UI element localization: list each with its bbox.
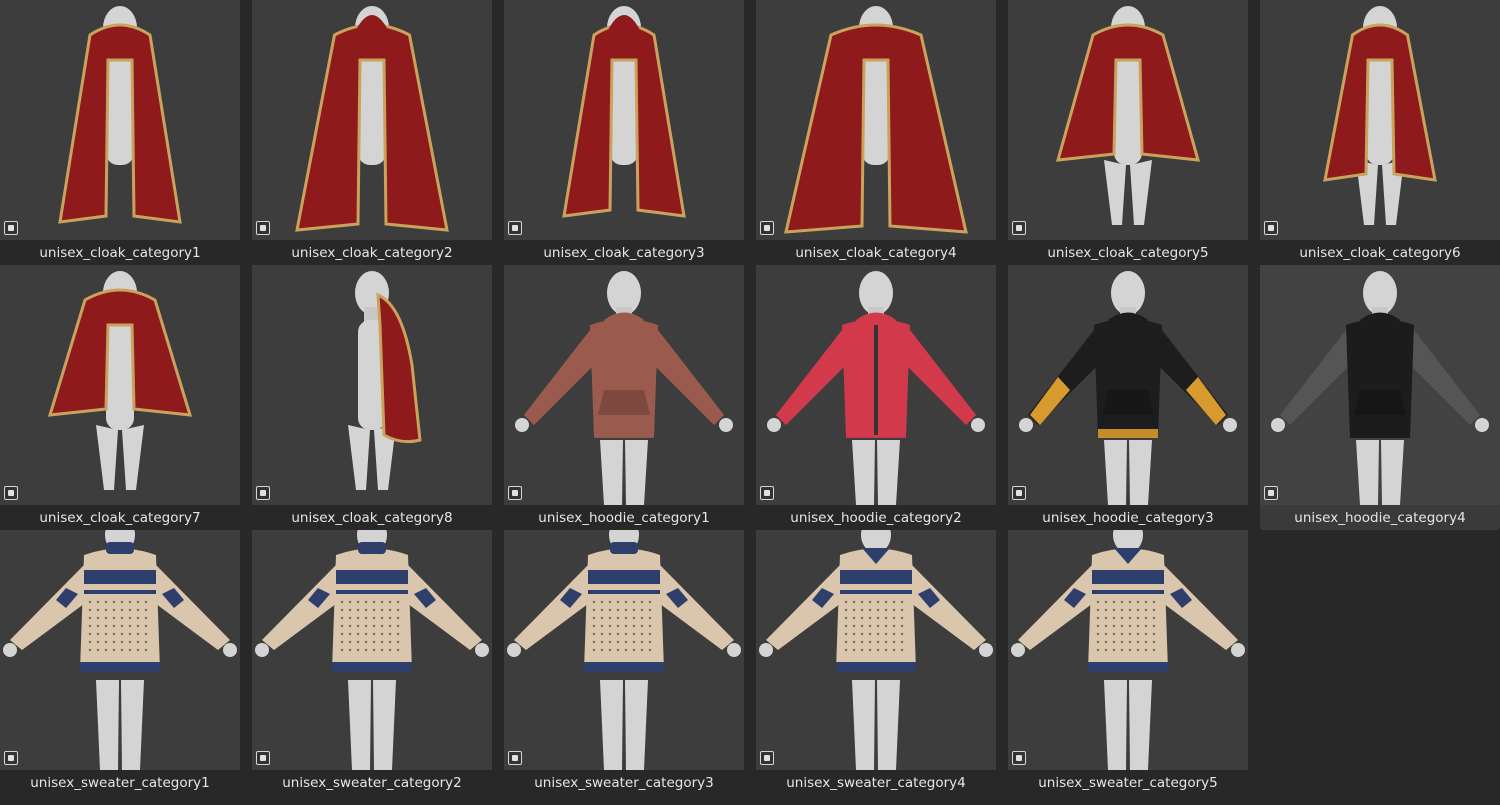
asset-thumbnail[interactable]	[252, 265, 492, 505]
asset-tile[interactable]: unisex_cloak_category3	[504, 0, 744, 265]
asset-grid: unisex_cloak_category1 unisex_cloak_categ…	[0, 0, 1500, 805]
asset-label: unisex_cloak_category5	[1047, 245, 1209, 261]
asset-type-icon	[1012, 486, 1026, 500]
asset-label: unisex_hoodie_category3	[1042, 510, 1214, 526]
garment-preview	[1011, 530, 1245, 770]
garment-preview	[1019, 271, 1237, 505]
asset-tile[interactable]: unisex_hoodie_category3	[1008, 265, 1248, 530]
asset-type-icon	[760, 486, 774, 500]
asset-type-icon	[1264, 486, 1278, 500]
asset-type-icon	[256, 486, 270, 500]
asset-label: unisex_sweater_category1	[30, 775, 210, 791]
asset-label: unisex_hoodie_category1	[538, 510, 710, 526]
asset-thumbnail[interactable]	[1008, 265, 1248, 505]
asset-thumbnail[interactable]	[504, 530, 744, 770]
asset-thumbnail[interactable]	[0, 530, 240, 770]
asset-thumbnail[interactable]	[756, 265, 996, 505]
asset-tile[interactable]: unisex_cloak_category7	[0, 265, 240, 530]
garment-preview	[47, 271, 193, 490]
asset-type-icon	[4, 751, 18, 765]
asset-thumbnail[interactable]	[756, 0, 996, 240]
asset-tile[interactable]: unisex_cloak_category1	[0, 0, 240, 265]
garment-preview	[1271, 271, 1489, 505]
asset-tile[interactable]: unisex_cloak_category2	[252, 0, 492, 265]
asset-type-icon	[4, 486, 18, 500]
garment-preview	[295, 6, 449, 232]
asset-tile[interactable]: unisex_sweater_category4	[756, 530, 996, 795]
asset-label: unisex_sweater_category5	[1038, 775, 1218, 791]
asset-tile[interactable]: unisex_sweater_category3	[504, 530, 744, 795]
garment-preview	[784, 6, 968, 234]
asset-type-icon	[760, 751, 774, 765]
garment-preview	[1055, 6, 1201, 225]
asset-label: unisex_cloak_category4	[795, 245, 957, 261]
asset-type-icon	[256, 751, 270, 765]
asset-tile[interactable]: unisex_sweater_category5	[1008, 530, 1248, 795]
asset-thumbnail[interactable]	[0, 265, 240, 505]
asset-tile[interactable]: unisex_sweater_category2	[252, 530, 492, 795]
garment-preview	[767, 271, 985, 505]
garment-preview	[348, 271, 422, 490]
asset-tile[interactable]: unisex_hoodie_category2	[756, 265, 996, 530]
asset-label: unisex_sweater_category3	[534, 775, 714, 791]
asset-thumbnail[interactable]	[1008, 530, 1248, 770]
asset-thumbnail[interactable]	[252, 0, 492, 240]
asset-label: unisex_cloak_category6	[1299, 245, 1461, 261]
asset-tile[interactable]: unisex_cloak_category5	[1008, 0, 1248, 265]
garment-preview	[58, 6, 182, 224]
asset-label: unisex_sweater_category4	[786, 775, 966, 791]
asset-tile[interactable]: unisex_sweater_category1	[0, 530, 240, 795]
asset-type-icon	[508, 751, 522, 765]
asset-label: unisex_cloak_category8	[291, 510, 453, 526]
asset-tile[interactable]: unisex_cloak_category6	[1260, 0, 1500, 265]
garment-preview	[515, 271, 733, 505]
asset-tile[interactable]: unisex_hoodie_category4	[1260, 265, 1500, 530]
asset-thumbnail[interactable]	[504, 0, 744, 240]
garment-preview	[562, 6, 686, 218]
asset-type-icon	[760, 221, 774, 235]
garment-preview	[3, 530, 237, 770]
asset-type-icon	[508, 486, 522, 500]
asset-type-icon	[4, 221, 18, 235]
asset-label: unisex_cloak_category7	[39, 510, 201, 526]
garment-preview	[1323, 6, 1437, 225]
asset-tile[interactable]: unisex_cloak_category4	[756, 0, 996, 265]
asset-thumbnail[interactable]	[1260, 0, 1500, 240]
asset-type-icon	[256, 221, 270, 235]
asset-thumbnail[interactable]	[1008, 0, 1248, 240]
garment-preview	[507, 530, 741, 770]
garment-preview	[255, 530, 489, 770]
asset-type-icon	[1264, 221, 1278, 235]
asset-thumbnail[interactable]	[0, 0, 240, 240]
asset-thumbnail[interactable]	[504, 265, 744, 505]
asset-tile[interactable]: unisex_hoodie_category1	[504, 265, 744, 530]
asset-label: unisex_cloak_category1	[39, 245, 201, 261]
asset-thumbnail[interactable]	[756, 530, 996, 770]
asset-tile[interactable]: unisex_cloak_category8	[252, 265, 492, 530]
asset-label: unisex_sweater_category2	[282, 775, 462, 791]
asset-type-icon	[508, 221, 522, 235]
asset-type-icon	[1012, 221, 1026, 235]
asset-type-icon	[1012, 751, 1026, 765]
asset-label: unisex_cloak_category2	[291, 245, 453, 261]
asset-thumbnail[interactable]	[252, 530, 492, 770]
asset-thumbnail[interactable]	[1260, 265, 1500, 505]
asset-label: unisex_cloak_category3	[543, 245, 705, 261]
garment-preview	[759, 530, 993, 770]
asset-label: unisex_hoodie_category4	[1294, 510, 1466, 526]
asset-label: unisex_hoodie_category2	[790, 510, 962, 526]
